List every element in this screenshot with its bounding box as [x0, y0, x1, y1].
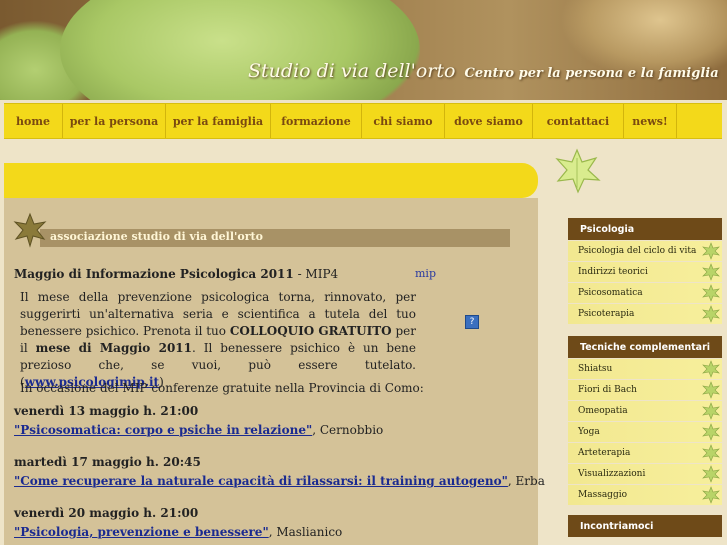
sidebar-heading-psicologia: Psicologia	[568, 218, 722, 240]
section-header: associazione studio di via dell'orto	[12, 212, 512, 248]
sidebar-heading-incontriamoci: Incontriamoci	[568, 515, 722, 537]
sidebar: Psicologia Psicologia del ciclo di vita …	[568, 218, 722, 537]
sidebar-item[interactable]: Yoga	[568, 422, 722, 442]
sidebar-item-label: Indirizzi teorici	[578, 267, 648, 277]
leaf-icon	[702, 284, 720, 302]
sidebar-item[interactable]: Omeopatia	[568, 401, 722, 421]
event-link[interactable]: "Psicologia, prevenzione e benessere"	[14, 525, 269, 539]
sidebar-item-label: Psicoterapia	[578, 309, 635, 319]
nav-contattaci[interactable]: contattaci	[533, 104, 624, 138]
event-place: , Cernobbio	[312, 423, 384, 437]
sidebar-item[interactable]: Psicologia del ciclo di vita	[568, 241, 722, 261]
article-title-main: Maggio di Informazione Psicologica 2011	[14, 267, 294, 281]
site-subtitle: Centro per la persona e la famiglia	[464, 66, 719, 81]
sidebar-heading-tecniche: Tecniche complementari	[568, 336, 722, 358]
article-paragraph: Il mese della prevenzione psicologica to…	[20, 289, 416, 391]
event-date: venerdì 20 maggio h. 21:00	[14, 506, 199, 520]
sidebar-item[interactable]: Indirizzi teorici	[568, 262, 722, 282]
sidebar-item-label: Fiori di Bach	[578, 385, 637, 395]
sidebar-item-label: Arteterapia	[578, 448, 631, 458]
event-place: , Maslianico	[268, 525, 343, 539]
sidebar-item[interactable]: Psicosomatica	[568, 283, 722, 303]
nav-formazione[interactable]: formazione	[271, 104, 362, 138]
sidebar-item-label: Omeopatia	[578, 406, 628, 416]
sidebar-item-label: Massaggio	[578, 490, 628, 500]
text-bold: mese di Maggio 2011	[35, 341, 193, 355]
article-title: Maggio di Informazione Psicologica 2011 …	[14, 267, 338, 281]
sidebar-item[interactable]: Fiori di Bach	[568, 380, 722, 400]
event-date: venerdì 13 maggio h. 21:00	[14, 404, 199, 418]
help-icon[interactable]: ?	[465, 315, 479, 329]
site-title: Studio di via dell'orto Centro per la pe…	[248, 60, 719, 82]
leaf-decoration	[60, 0, 420, 100]
event-item: martedì 17 maggio h. 20:45 "Come recuper…	[14, 455, 545, 488]
leaf-icon	[702, 486, 720, 504]
event-link[interactable]: "Come recuperare la naturale capacità di…	[14, 474, 508, 488]
section-title: associazione studio di via dell'orto	[50, 230, 263, 243]
nav-news[interactable]: news!	[624, 104, 677, 138]
site-title-text: Studio di via dell'orto	[248, 60, 456, 82]
leaf-icon	[702, 263, 720, 281]
nav-per-la-persona[interactable]: per la persona	[63, 104, 166, 138]
leaf-icon	[702, 381, 720, 399]
header-banner: Studio di via dell'orto Centro per la pe…	[0, 0, 727, 100]
event-link[interactable]: "Psicosomatica: corpo e psiche in relazi…	[14, 423, 312, 437]
event-item: venerdì 13 maggio h. 21:00 "Psicosomatic…	[14, 404, 383, 437]
event-place: , Erba	[507, 474, 545, 488]
leaf-icon	[702, 242, 720, 260]
leaf-icon	[555, 148, 601, 194]
sidebar-item[interactable]: Massaggio	[568, 485, 722, 505]
sidebar-item-label: Psicosomatica	[578, 288, 643, 298]
sidebar-item-label: Visualizzazioni	[578, 469, 646, 479]
sidebar-item-label: Yoga	[578, 427, 600, 437]
event-date: martedì 17 maggio h. 20:45	[14, 455, 201, 469]
nav-dove-siamo[interactable]: dove siamo	[445, 104, 533, 138]
sidebar-item[interactable]: Arteterapia	[568, 443, 722, 463]
event-item: venerdì 20 maggio h. 21:00 "Psicologia, …	[14, 506, 342, 539]
conference-intro: In occasione del MIP conferenze gratuite…	[20, 381, 424, 395]
leaf-icon	[702, 465, 720, 483]
nav-home[interactable]: home	[4, 104, 63, 138]
mip-link[interactable]: mip	[415, 267, 436, 280]
nav-chi-siamo[interactable]: chi siamo	[362, 104, 445, 138]
text-bold: COLLOQUIO GRATUITO	[229, 324, 392, 338]
leaf-icon	[702, 402, 720, 420]
leaf-icon	[702, 305, 720, 323]
nav-per-la-famiglia[interactable]: per la famiglia	[166, 104, 271, 138]
sidebar-item[interactable]: Psicoterapia	[568, 304, 722, 324]
leaf-icon	[702, 444, 720, 462]
leaf-icon	[13, 212, 47, 248]
sidebar-item-label: Shiatsu	[578, 364, 613, 374]
leaf-icon	[702, 360, 720, 378]
sub-band	[4, 163, 538, 198]
leaf-icon	[702, 423, 720, 441]
main-nav: home per la persona per la famiglia form…	[4, 103, 722, 139]
sidebar-item[interactable]: Visualizzazioni	[568, 464, 722, 484]
sidebar-item-label: Psicologia del ciclo di vita	[578, 246, 697, 256]
sidebar-item[interactable]: Shiatsu	[568, 359, 722, 379]
article-title-suffix: - MIP4	[293, 267, 339, 281]
